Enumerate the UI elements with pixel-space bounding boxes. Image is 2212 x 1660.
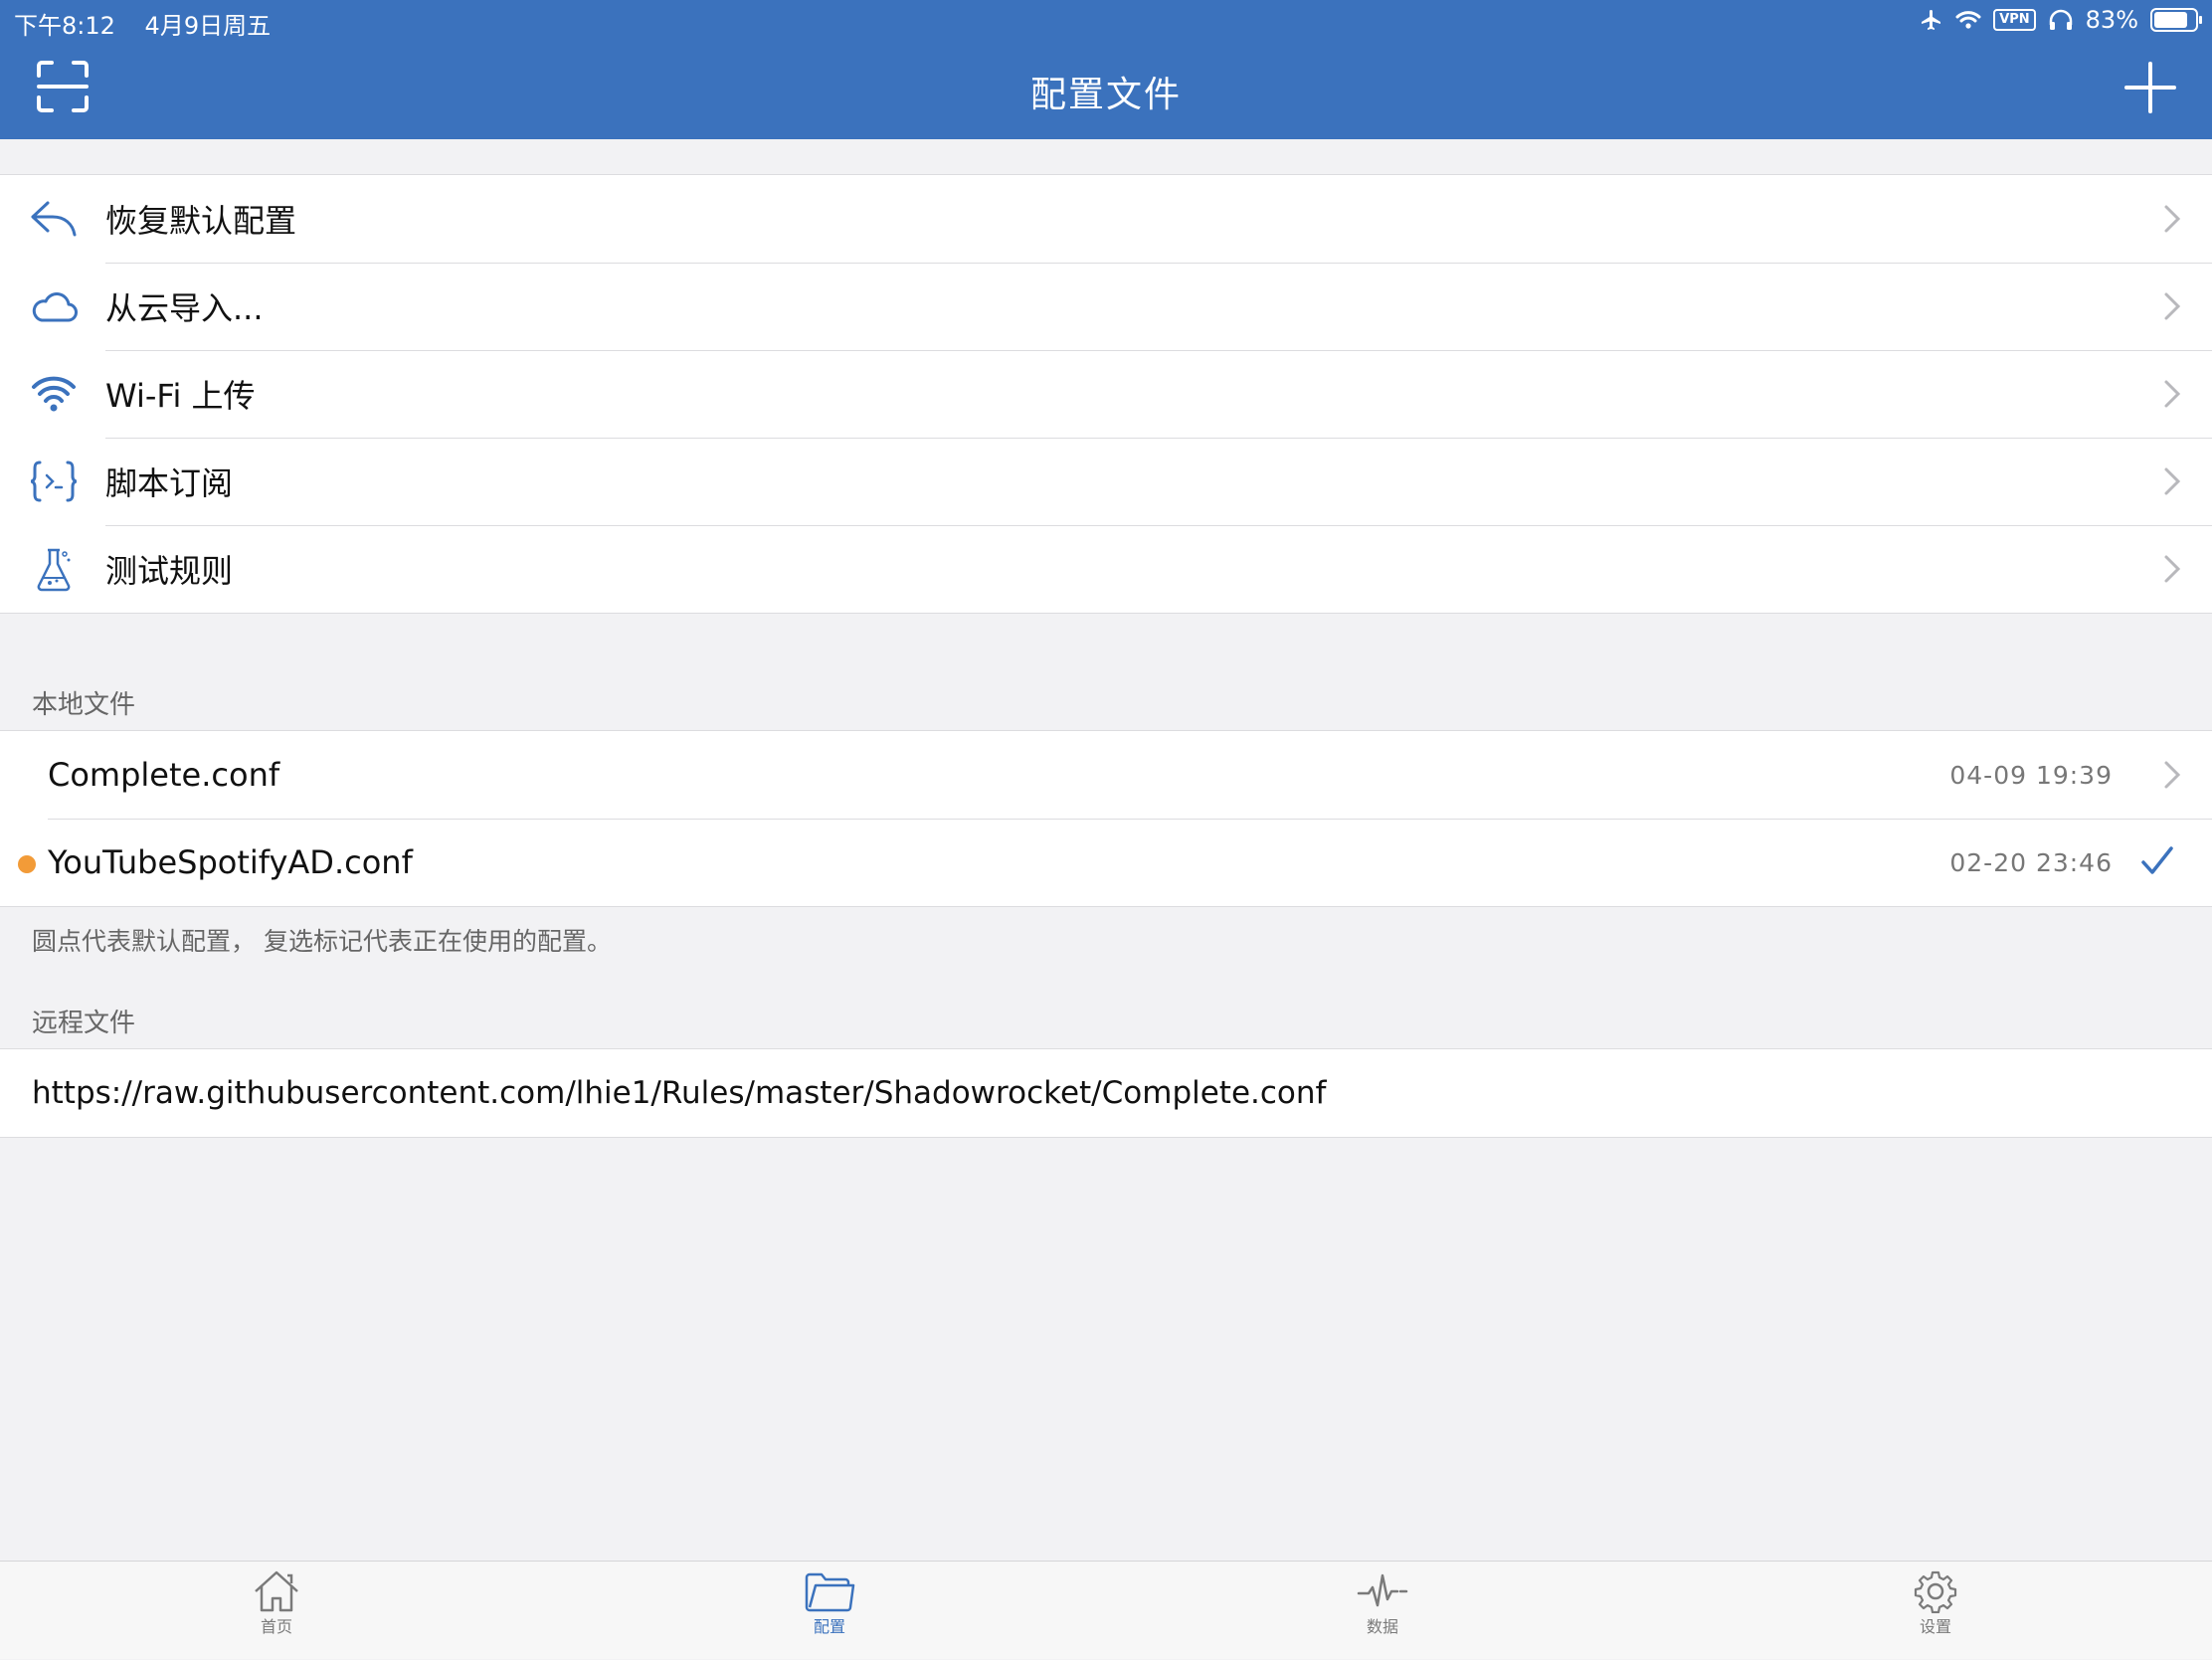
tab-config[interactable]: 配置 bbox=[730, 1562, 929, 1660]
navigation-header: 下午8:12 4月9日周五 VPN 83% 配置文件 bbox=[0, 0, 2212, 139]
wifi-icon bbox=[28, 370, 80, 418]
status-date: 4月9日周五 bbox=[144, 12, 272, 40]
plus-icon[interactable] bbox=[2124, 62, 2176, 113]
headphones-icon bbox=[2049, 9, 2072, 30]
local-file-row[interactable]: Complete.conf 04-09 19:39 bbox=[0, 731, 2212, 819]
wifi-upload-row[interactable]: Wi-Fi 上传 bbox=[0, 350, 2212, 438]
remote-files-header: 远程文件 bbox=[32, 1009, 136, 1038]
page-title: 配置文件 bbox=[1029, 75, 1182, 115]
script-braces-icon bbox=[28, 458, 80, 505]
script-subscription-row[interactable]: 脚本订阅 bbox=[0, 438, 2212, 525]
file-name: Complete.conf bbox=[48, 756, 280, 794]
status-time: 下午8:12 bbox=[14, 12, 115, 40]
local-files-list: Complete.conf 04-09 19:39 YouTubeSpotify… bbox=[0, 730, 2212, 907]
home-icon bbox=[255, 1570, 298, 1612]
airplane-icon bbox=[1922, 10, 1941, 30]
gear-icon bbox=[1914, 1570, 1957, 1613]
row-label: 脚本订阅 bbox=[105, 464, 234, 502]
test-rules-row[interactable]: 测试规则 bbox=[0, 525, 2212, 613]
tab-label: 配置 bbox=[813, 1617, 845, 1636]
activity-icon bbox=[1357, 1573, 1408, 1607]
remote-file-row[interactable]: https://raw.githubusercontent.com/lhie1/… bbox=[0, 1049, 2212, 1137]
tab-home[interactable]: 首页 bbox=[177, 1562, 376, 1660]
local-files-footnote: 圆点代表默认配置， 复选标记代表正在使用的配置。 bbox=[32, 927, 612, 956]
vpn-badge: VPN bbox=[1993, 9, 2036, 31]
flask-icon bbox=[28, 545, 80, 593]
tab-settings[interactable]: 设置 bbox=[1836, 1562, 2035, 1660]
folder-icon bbox=[805, 1572, 855, 1612]
chevron-right-icon bbox=[2164, 761, 2181, 789]
chevron-right-icon bbox=[2164, 467, 2181, 495]
row-label: 恢复默认配置 bbox=[105, 202, 297, 240]
chevron-right-icon bbox=[2164, 205, 2181, 233]
chevron-right-icon bbox=[2164, 292, 2181, 320]
actions-list: 恢复默认配置 从云导入... Wi-Fi 上传 脚本订阅 测试规则 bbox=[0, 174, 2212, 614]
tab-bar: 首页 配置 数据 设置 bbox=[0, 1561, 2212, 1659]
battery-icon bbox=[2150, 8, 2202, 32]
row-label: Wi-Fi 上传 bbox=[105, 377, 256, 415]
file-modified-date: 02-20 23:46 bbox=[1949, 847, 2113, 877]
chevron-right-icon bbox=[2164, 380, 2181, 408]
chevron-right-icon bbox=[2164, 555, 2181, 583]
tab-label: 数据 bbox=[1366, 1617, 1398, 1636]
status-bar: 下午8:12 4月9日周五 VPN 83% bbox=[0, 0, 2212, 40]
battery-level-fill bbox=[2154, 12, 2188, 28]
wifi-status-icon bbox=[1955, 11, 1981, 29]
reply-arrow-icon bbox=[28, 195, 80, 243]
cloud-icon bbox=[28, 282, 80, 330]
default-config-dot bbox=[18, 855, 36, 873]
restore-default-row[interactable]: 恢复默认配置 bbox=[0, 175, 2212, 263]
file-name: YouTubeSpotifyAD.conf bbox=[48, 843, 413, 881]
row-label: 从云导入... bbox=[105, 289, 264, 327]
local-files-header: 本地文件 bbox=[32, 690, 136, 720]
remote-files-list: https://raw.githubusercontent.com/lhie1/… bbox=[0, 1048, 2212, 1138]
file-modified-date: 04-09 19:39 bbox=[1949, 760, 2113, 790]
remote-file-url: https://raw.githubusercontent.com/lhie1/… bbox=[32, 1075, 1327, 1111]
battery-percentage: 83% bbox=[2085, 6, 2138, 34]
tab-data[interactable]: 数据 bbox=[1283, 1562, 1482, 1660]
import-from-cloud-row[interactable]: 从云导入... bbox=[0, 263, 2212, 350]
checkmark-icon bbox=[2141, 846, 2173, 874]
tab-label: 首页 bbox=[260, 1617, 292, 1636]
local-file-row[interactable]: YouTubeSpotifyAD.conf 02-20 23:46 bbox=[0, 819, 2212, 906]
tab-label: 设置 bbox=[1919, 1617, 1951, 1636]
row-label: 测试规则 bbox=[105, 552, 234, 590]
